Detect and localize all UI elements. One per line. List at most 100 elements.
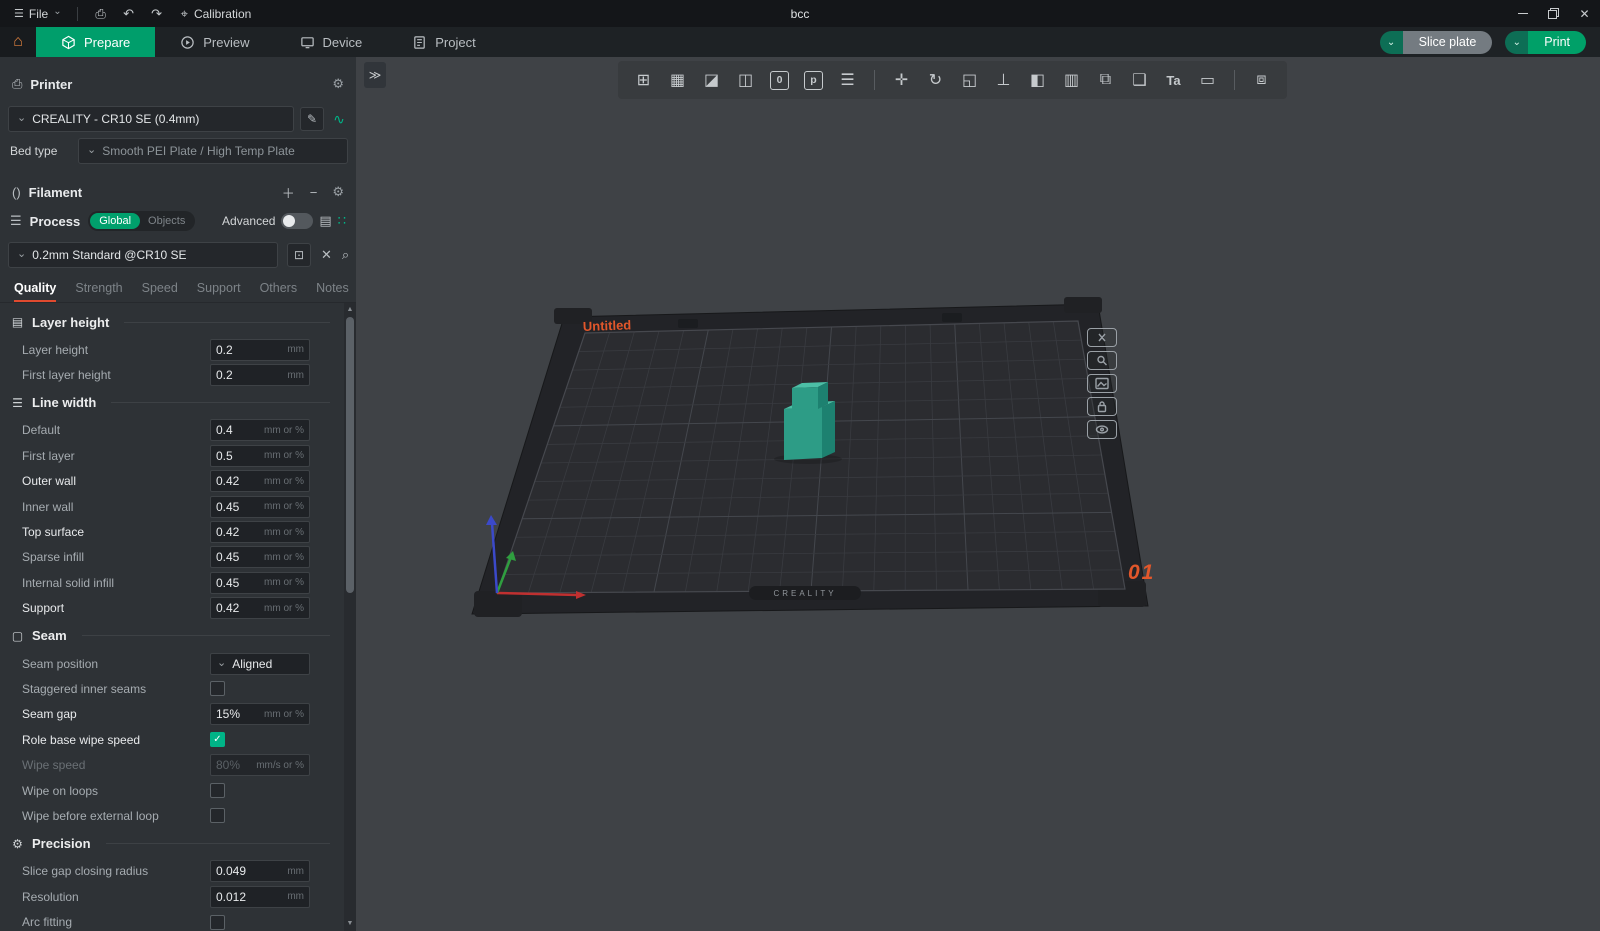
plate-settings-icon[interactable] xyxy=(1087,374,1117,393)
scope-global-button[interactable]: Global xyxy=(90,213,140,229)
printer-connection-icon[interactable]: ∿ xyxy=(330,111,348,128)
tab-preview[interactable]: Preview xyxy=(155,27,274,57)
param-input[interactable]: 0.2mm xyxy=(210,364,310,386)
slice-dropdown-icon[interactable]: ⌄ xyxy=(1380,31,1403,54)
tab-device[interactable]: Device xyxy=(275,27,388,57)
scroll-down-icon[interactable]: ▼ xyxy=(347,919,354,929)
param-row: Slice gap closing radius0.049mm xyxy=(0,859,356,884)
scope-objects-button[interactable]: Objects xyxy=(140,215,193,227)
param-input[interactable]: 0.42mm or % xyxy=(210,521,310,543)
sidebar-collapse-button[interactable]: ≫ xyxy=(364,62,386,88)
scroll-up-icon[interactable]: ▲ xyxy=(347,305,354,315)
tab-label: Device xyxy=(323,35,363,50)
param-input[interactable]: 0.45mm or % xyxy=(210,572,310,594)
home-button[interactable]: ⌂ xyxy=(0,27,36,57)
close-button[interactable]: ✕ xyxy=(1569,0,1600,27)
rotate-icon[interactable]: ↻ xyxy=(922,67,949,94)
lay-on-face-icon[interactable]: ◪ xyxy=(698,67,725,94)
preview-plate-icon[interactable] xyxy=(1087,351,1117,370)
save-preset-icon[interactable]: ⊡ xyxy=(287,243,311,267)
slice-plate-button[interactable]: ⌄ Slice plate xyxy=(1380,31,1493,54)
split-objects-icon[interactable]: ▥ xyxy=(1058,67,1085,94)
lock-plate-icon[interactable] xyxy=(1087,397,1117,416)
sidebar-scrollbar[interactable]: ▲ ▼ xyxy=(344,303,356,931)
plate-name-label[interactable]: Untitled xyxy=(583,317,632,334)
move-icon[interactable]: ✛ xyxy=(888,67,915,94)
param-input[interactable]: 0.049mm xyxy=(210,860,310,882)
undo-icon[interactable]: ↶ xyxy=(115,6,143,22)
advanced-toggle[interactable] xyxy=(281,213,313,229)
param-checkbox[interactable] xyxy=(210,681,225,696)
bed-type-select[interactable]: ⌄ Smooth PEI Plate / High Temp Plate xyxy=(78,138,348,164)
mirror-icon[interactable]: ◧ xyxy=(1024,67,1051,94)
printer-settings-icon[interactable]: ⚙ xyxy=(332,76,344,92)
visibility-plate-icon[interactable] xyxy=(1087,420,1117,439)
param-input[interactable]: 0.45mm or % xyxy=(210,496,310,518)
param-input[interactable]: 15%mm or % xyxy=(210,703,310,725)
file-menu[interactable]: ☰ File ⌄ xyxy=(8,0,68,27)
printer-select[interactable]: ⌄ CREALITY - CR10 SE (0.4mm) xyxy=(8,106,294,132)
param-input[interactable]: 0.2mm xyxy=(210,339,310,361)
save-icon[interactable]: ⎙ xyxy=(87,6,115,22)
assembly-icon[interactable]: ⧈ xyxy=(1248,67,1275,94)
add-filament-icon[interactable]: ＋ xyxy=(282,183,295,202)
split-plate-icon[interactable]: ◫ xyxy=(732,67,759,94)
param-unit: mm or % xyxy=(264,577,304,588)
color-group-icon[interactable]: 0 xyxy=(770,71,789,90)
add-model-icon[interactable]: ⊞ xyxy=(630,67,657,94)
viewport-3d[interactable]: CREALITY Untitled 01 xyxy=(356,57,1600,931)
edit-printer-icon[interactable]: ✎ xyxy=(300,107,324,131)
param-input[interactable]: 80%mm/s or % xyxy=(210,754,310,776)
paint-icon[interactable]: p xyxy=(804,71,823,90)
param-checkbox[interactable] xyxy=(210,808,225,823)
scene-canvas[interactable]: CREALITY Untitled 01 xyxy=(356,57,1600,931)
boolean-icon[interactable]: ❑ xyxy=(1126,67,1153,94)
param-input[interactable]: 0.5mm or % xyxy=(210,445,310,467)
arrange-icon[interactable]: ▦ xyxy=(664,67,691,94)
merge-icon[interactable]: ⧉ xyxy=(1092,67,1119,94)
param-input[interactable]: 0.42mm or % xyxy=(210,470,310,492)
scrollbar-thumb[interactable] xyxy=(346,317,354,593)
preset-select[interactable]: ⌄ 0.2mm Standard @CR10 SE xyxy=(8,242,278,268)
print-dropdown-icon[interactable]: ⌄ xyxy=(1505,31,1528,54)
printer-header: ⎙ Printer ⚙ xyxy=(0,69,356,99)
print-button[interactable]: ⌄ Print xyxy=(1505,31,1586,54)
param-checkbox[interactable] xyxy=(210,783,225,798)
redo-icon[interactable]: ↷ xyxy=(143,6,171,22)
process-tab-quality[interactable]: Quality xyxy=(14,281,56,302)
param-label: Staggered inner seams xyxy=(22,682,210,696)
measure-icon[interactable]: ▭ xyxy=(1194,67,1221,94)
quick-settings-icon[interactable]: ∷ xyxy=(338,213,346,229)
clear-preset-icon[interactable]: ✕ xyxy=(321,247,332,263)
param-input[interactable]: 0.45mm or % xyxy=(210,546,310,568)
scale-icon[interactable]: ◱ xyxy=(956,67,983,94)
param-value: 0.42 xyxy=(216,474,239,488)
param-input[interactable]: 0.012mm xyxy=(210,886,310,908)
tab-project[interactable]: Project xyxy=(387,27,500,57)
text-tool-icon[interactable]: Ta xyxy=(1160,67,1187,94)
param-row: Outer wall0.42mm or % xyxy=(0,469,356,494)
param-label: Default xyxy=(22,423,210,437)
param-input[interactable]: 0.42mm or % xyxy=(210,597,310,619)
search-preset-icon[interactable]: ⌕ xyxy=(342,247,349,263)
process-tab-others[interactable]: Others xyxy=(260,281,298,302)
param-select[interactable]: ⌄Aligned xyxy=(210,653,310,675)
process-tab-notes[interactable]: Notes xyxy=(316,281,349,302)
param-checkbox[interactable]: ✓ xyxy=(210,732,225,747)
filament-settings-icon[interactable]: ⚙ xyxy=(332,184,344,200)
process-tab-support[interactable]: Support xyxy=(197,281,241,302)
minimize-button[interactable] xyxy=(1507,0,1538,27)
restore-button[interactable] xyxy=(1538,0,1569,27)
section-title: Precision xyxy=(32,836,91,851)
param-input[interactable]: 0.4mm or % xyxy=(210,419,310,441)
align-icon[interactable]: ☰ xyxy=(834,67,861,94)
process-tab-speed[interactable]: Speed xyxy=(142,281,178,302)
delete-plate-icon[interactable] xyxy=(1087,328,1117,347)
param-checkbox[interactable] xyxy=(210,915,225,930)
params-table-icon[interactable]: ▤ xyxy=(319,213,331,229)
remove-filament-icon[interactable]: − xyxy=(310,185,318,200)
tab-prepare[interactable]: Prepare xyxy=(36,27,155,57)
process-tab-strength[interactable]: Strength xyxy=(75,281,122,302)
lay-flat-icon[interactable]: ⊥ xyxy=(990,67,1017,94)
calibration-button[interactable]: ⌖ Calibration xyxy=(181,6,252,22)
